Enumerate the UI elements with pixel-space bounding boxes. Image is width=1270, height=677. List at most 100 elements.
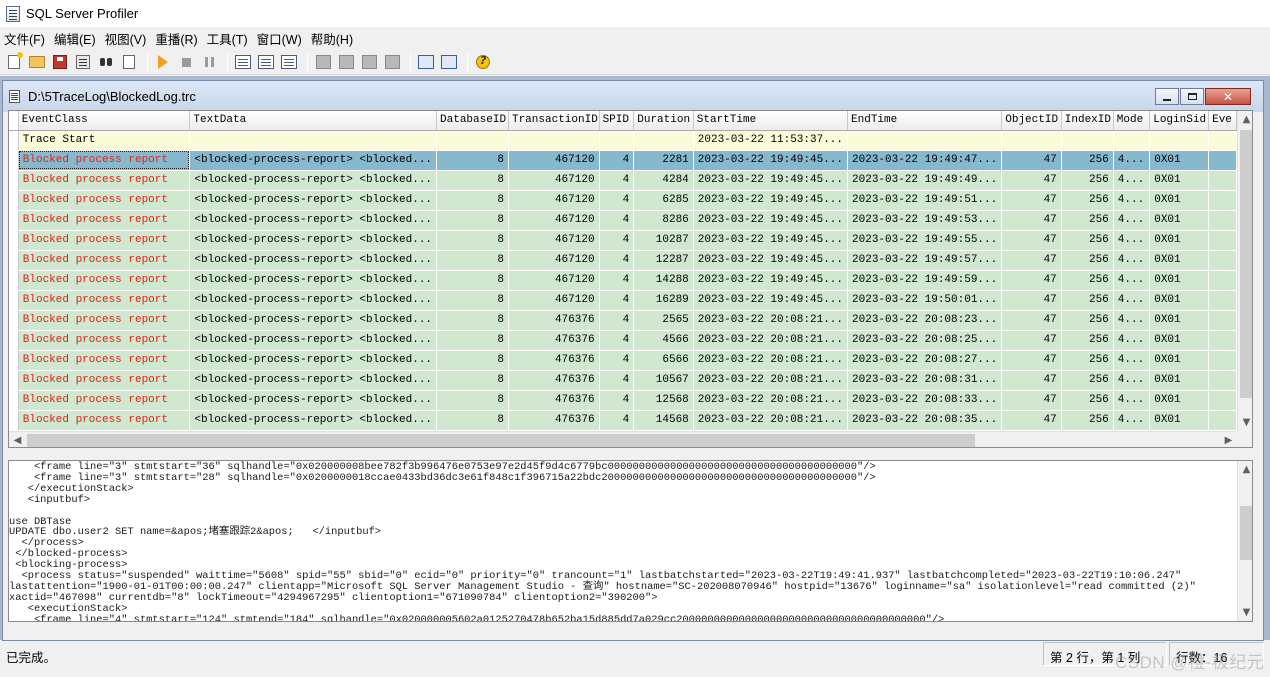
row-selector[interactable] xyxy=(9,250,19,271)
gray-button-3[interactable] xyxy=(359,52,379,72)
table-row[interactable]: Blocked process report <blocked-process-r… xyxy=(9,230,1237,251)
table-row[interactable]: Blocked process report <blocked-process-r… xyxy=(9,190,1237,211)
table-row[interactable]: Blocked process report <blocked-process-r… xyxy=(9,150,1237,171)
menu-view[interactable]: 视图(V) xyxy=(103,29,154,48)
row-selector[interactable] xyxy=(9,390,19,411)
table-row[interactable]: Blocked process report <blocked-process-r… xyxy=(9,410,1237,431)
close-button[interactable]: ✕ xyxy=(1205,88,1251,105)
row-selector[interactable] xyxy=(9,350,19,371)
menu-file[interactable]: 文件(F) xyxy=(2,29,52,48)
gray-button-2[interactable] xyxy=(336,52,356,72)
grid-button[interactable] xyxy=(256,52,276,72)
row-selector[interactable] xyxy=(9,170,19,191)
find-button[interactable] xyxy=(96,52,116,72)
table-cell: 8 xyxy=(436,290,509,311)
new-trace-button[interactable] xyxy=(4,52,24,72)
table-row[interactable]: Blocked process report <blocked-process-r… xyxy=(9,390,1237,411)
trace-window-title-bar[interactable]: D:\5TraceLog\BlockedLog.trc ✕ xyxy=(3,81,1263,112)
column-header-eve[interactable]: Eve xyxy=(1208,111,1237,131)
column-header-textdata[interactable]: TextData xyxy=(189,111,438,131)
gray-button-4[interactable] xyxy=(382,52,402,72)
column-header-eventclass[interactable]: EventClass xyxy=(18,111,191,131)
template-button[interactable] xyxy=(279,52,299,72)
row-selector[interactable] xyxy=(9,370,19,391)
pause-button[interactable] xyxy=(199,52,219,72)
row-selector[interactable] xyxy=(9,230,19,251)
grid-vertical-thumb[interactable] xyxy=(1240,130,1252,398)
table-row[interactable]: Blocked process report <blocked-process-r… xyxy=(9,170,1237,191)
pane-splitter[interactable] xyxy=(8,450,1253,455)
column-header-starttime[interactable]: StartTime xyxy=(693,111,849,131)
column-header-objectid[interactable]: ObjectID xyxy=(1001,111,1062,131)
column-header-loginsid[interactable]: LoginSid xyxy=(1149,111,1210,131)
menu-window[interactable]: 窗口(W) xyxy=(255,29,309,48)
menu-help[interactable]: 帮助(H) xyxy=(309,29,360,48)
table-row[interactable]: Blocked process report <blocked-process-r… xyxy=(9,250,1237,271)
menu-replay[interactable]: 重播(R) xyxy=(153,29,204,48)
grid-vertical-scrollbar[interactable]: ▲ ▼ xyxy=(1237,111,1252,431)
menu-tools[interactable]: 工具(T) xyxy=(205,29,255,48)
table-cell: 2281 xyxy=(633,150,694,171)
blue-button-2[interactable] xyxy=(439,52,459,72)
row-selector[interactable] xyxy=(9,150,19,171)
maximize-button[interactable] xyxy=(1180,88,1204,105)
run-button[interactable] xyxy=(153,52,173,72)
table-row[interactable]: Blocked process report <blocked-process-r… xyxy=(9,330,1237,351)
row-selector[interactable] xyxy=(9,190,19,211)
gray-button-1[interactable] xyxy=(313,52,333,72)
row-selector[interactable] xyxy=(9,330,19,351)
table-cell: 0X01 xyxy=(1149,390,1210,411)
row-selector[interactable] xyxy=(9,310,19,331)
open-button[interactable] xyxy=(27,52,47,72)
column-header-spid[interactable]: SPID xyxy=(599,111,635,131)
clear-button[interactable] xyxy=(119,52,139,72)
table-cell: 4... xyxy=(1113,390,1151,411)
table-cell: 2023-03-22 19:49:45... xyxy=(693,210,849,231)
find-icon xyxy=(99,56,113,68)
blue-button-1[interactable] xyxy=(416,52,436,72)
column-header-duration[interactable]: Duration xyxy=(633,111,694,131)
scroll-left-icon[interactable]: ◀ xyxy=(9,432,26,447)
table-cell: 0X01 xyxy=(1149,190,1210,211)
scroll-down-icon[interactable]: ▼ xyxy=(1238,604,1252,621)
row-selector[interactable] xyxy=(9,410,19,431)
grid-horizontal-thumb[interactable] xyxy=(27,434,975,447)
row-selector[interactable] xyxy=(9,270,19,291)
table-row[interactable]: Trace Start 2023-03-22 11:53:37... xyxy=(9,130,1237,151)
events-button[interactable] xyxy=(233,52,253,72)
column-header-databaseid[interactable]: DatabaseID xyxy=(436,111,509,131)
stop-button[interactable] xyxy=(176,52,196,72)
column-header-transactionid[interactable]: TransactionID xyxy=(508,111,600,131)
scroll-up-icon[interactable]: ▲ xyxy=(1238,461,1252,478)
table-row[interactable]: Blocked process report <blocked-process-r… xyxy=(9,270,1237,291)
table-row[interactable]: Blocked process report <blocked-process-r… xyxy=(9,350,1237,371)
scroll-down-icon[interactable]: ▼ xyxy=(1238,414,1252,431)
column-header-endtime[interactable]: EndTime xyxy=(847,111,1003,131)
row-selector[interactable] xyxy=(9,210,19,231)
properties-button[interactable] xyxy=(73,52,93,72)
menu-edit[interactable]: 编辑(E) xyxy=(52,29,103,48)
scroll-right-icon[interactable]: ▶ xyxy=(1220,432,1237,447)
scroll-corner xyxy=(1237,431,1252,447)
gray-icon-3 xyxy=(361,55,377,69)
row-selector-header xyxy=(9,111,19,131)
row-selector[interactable] xyxy=(9,290,19,311)
help-button[interactable] xyxy=(473,52,493,72)
table-cell: 4... xyxy=(1113,150,1151,171)
grid-horizontal-scrollbar[interactable]: ◀ ▶ xyxy=(9,431,1237,447)
textdata-pane[interactable]: <frame line="3" stmtstart="36" sqlhandle… xyxy=(8,460,1253,622)
table-row[interactable]: Blocked process report <blocked-process-r… xyxy=(9,370,1237,391)
save-button[interactable] xyxy=(50,52,70,72)
table-row[interactable]: Blocked process report <blocked-process-r… xyxy=(9,210,1237,231)
table-row[interactable]: Blocked process report <blocked-process-r… xyxy=(9,310,1237,331)
table-row[interactable]: Blocked process report <blocked-process-r… xyxy=(9,290,1237,311)
column-header-mode[interactable]: Mode xyxy=(1113,111,1151,131)
textdata-vertical-scrollbar[interactable]: ▲ ▼ xyxy=(1237,461,1252,621)
textdata-vertical-thumb[interactable] xyxy=(1240,506,1252,560)
table-cell: 47 xyxy=(1001,190,1062,211)
minimize-button[interactable] xyxy=(1155,88,1179,105)
row-selector[interactable] xyxy=(9,130,19,151)
column-header-indexid[interactable]: IndexID xyxy=(1061,111,1114,131)
scroll-up-icon[interactable]: ▲ xyxy=(1238,111,1252,128)
table-cell: Blocked process report xyxy=(18,270,191,291)
